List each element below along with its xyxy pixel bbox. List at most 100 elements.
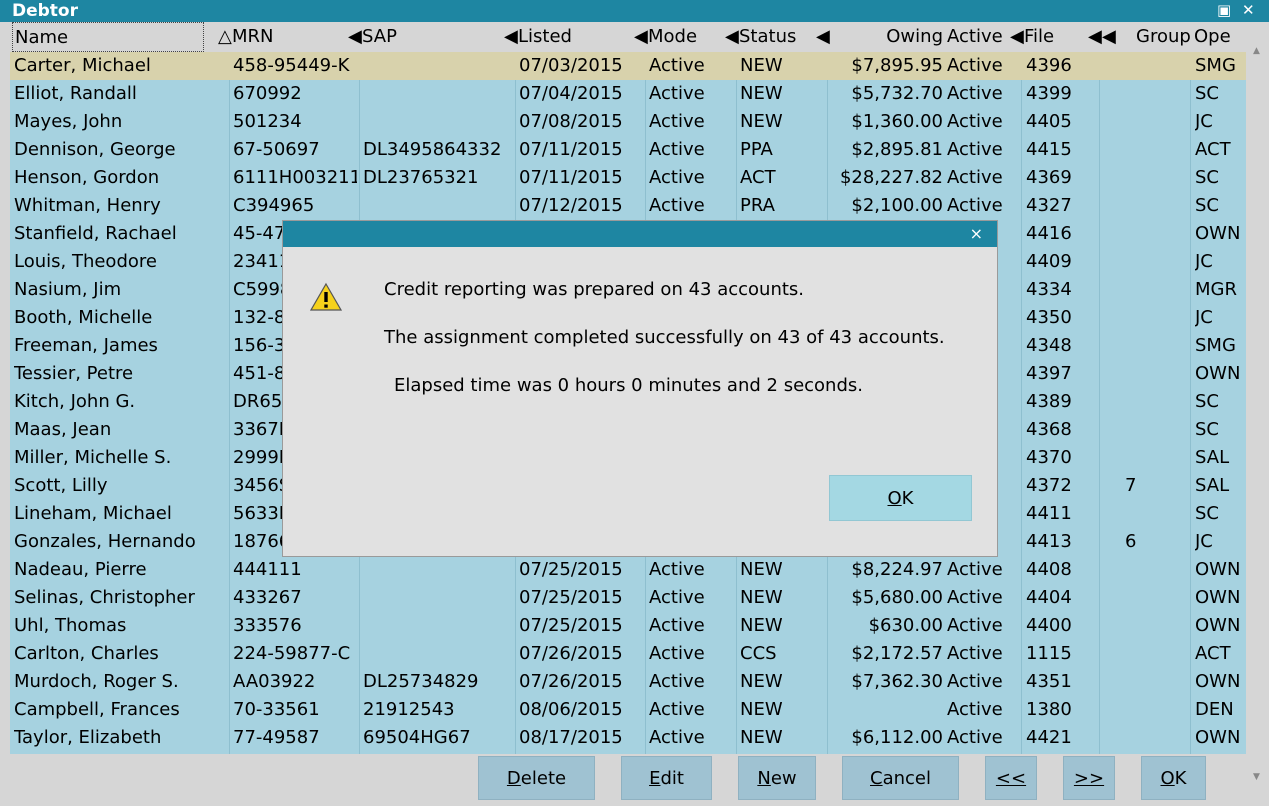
cell-name: Miller, Michelle S. [14, 447, 172, 468]
sort-indicator-icon[interactable]: ◀ [634, 22, 648, 52]
header-sap[interactable]: SAP [362, 22, 502, 52]
table-row[interactable]: Whitman, Henry C394965 07/12/2015 Active PRA… [10, 192, 1246, 220]
cell-file: 4334 [1026, 279, 1072, 300]
cell-status: NEW [740, 55, 783, 76]
sort-asc-icon[interactable]: △ [218, 22, 232, 52]
table-row[interactable]: Selinas, Christopher 433267 07/25/2015 Acti… [10, 584, 1246, 612]
cell-mode: Active [649, 699, 705, 720]
cell-mrn: 433267 [233, 587, 302, 608]
table-header: Name △ MRN ◀ SAP ◀ Listed ◀ Mode ◀ Statu… [10, 22, 1246, 52]
header-mrn[interactable]: MRN [232, 22, 342, 52]
table-row[interactable]: Murdoch, Roger S. AA03922 DL25734829 07/26/… [10, 668, 1246, 696]
sort-indicator-icon[interactable]: ◀ [348, 22, 362, 52]
cell-listed: 08/06/2015 [519, 699, 623, 720]
sort-indicator-icon[interactable]: ◀ [1102, 22, 1116, 52]
table-row[interactable]: Dennison, George 67-50697 DL3495864332 07/1… [10, 136, 1246, 164]
cell-name: Tessier, Petre [14, 363, 134, 384]
table-row[interactable]: Taylor, Elizabeth 77-49587 69504HG67 08/17/… [10, 724, 1246, 752]
cell-active: Active [947, 643, 1003, 664]
dialog-close-icon[interactable]: × [970, 224, 983, 243]
header-listed[interactable]: Listed [518, 22, 628, 52]
cell-group: 6 [1125, 531, 1137, 552]
cell-active: Active [947, 699, 1003, 720]
cell-ope: OWN [1195, 587, 1241, 608]
cell-active: Active [947, 111, 1003, 132]
cancel-button[interactable]: Cancel [842, 756, 959, 800]
cell-owing: $7,895.95 [851, 55, 943, 76]
header-file[interactable]: File [1024, 22, 1084, 52]
cell-status: NEW [740, 83, 783, 104]
header-group[interactable]: Group [1136, 22, 1196, 52]
previous-button[interactable]: << [985, 756, 1037, 800]
table-row[interactable]: Campbell, Frances 70-33561 21912543 08/06/2… [10, 696, 1246, 724]
header-mode[interactable]: Mode [648, 22, 728, 52]
vertical-scrollbar[interactable]: ▲ ▼ [1250, 44, 1266, 784]
cell-listed: 07/11/2015 [519, 139, 623, 160]
cell-name: Mayes, John [14, 111, 123, 132]
header-owing[interactable]: Owing [830, 22, 943, 52]
cell-active: Active [947, 139, 1003, 160]
sort-indicator-icon[interactable]: ◀ [1088, 22, 1102, 52]
cell-name: Murdoch, Roger S. [14, 671, 179, 692]
cell-status: NEW [740, 559, 783, 580]
delete-button[interactable]: Delete [478, 756, 595, 800]
cell-file: 4396 [1026, 55, 1072, 76]
cell-mode: Active [649, 55, 705, 76]
cell-status: NEW [740, 671, 783, 692]
scroll-up-icon[interactable]: ▲ [1253, 46, 1260, 56]
table-row[interactable]: Carlton, Charles 224-59877-C 07/26/2015 Act… [10, 640, 1246, 668]
restore-icon[interactable]: ▣ [1217, 1, 1231, 19]
table-row[interactable]: Henson, Gordon 6111H003211 DL23765321 07/11… [10, 164, 1246, 192]
cell-mode: Active [649, 671, 705, 692]
cell-file: 4415 [1026, 139, 1072, 160]
cell-status: PPA [740, 139, 773, 160]
cell-group [1125, 388, 1185, 416]
cell-listed: 07/11/2015 [519, 167, 623, 188]
header-name[interactable]: Name [12, 22, 204, 52]
sort-indicator-icon[interactable]: ◀ [816, 22, 830, 52]
cell-ope: SC [1195, 503, 1219, 524]
next-button[interactable]: >> [1063, 756, 1115, 800]
table-row[interactable]: Elliot, Randall 670992 07/04/2015 Active NEW… [10, 80, 1246, 108]
cell-file: 4416 [1026, 223, 1072, 244]
table-row[interactable]: Uhl, Thomas 333576 07/25/2015 Active NEW $630… [10, 612, 1246, 640]
sort-indicator-icon[interactable]: ◀ [725, 22, 739, 52]
edit-button[interactable]: Edit [621, 756, 712, 800]
table-row[interactable]: Mayes, John 501234 07/08/2015 Active NEW $1,3… [10, 108, 1246, 136]
cell-ope: OWN [1195, 615, 1241, 636]
new-button[interactable]: New [738, 756, 816, 800]
close-icon[interactable]: ✕ [1242, 1, 1255, 19]
cell-listed: 07/03/2015 [519, 55, 623, 76]
cell-sap [363, 640, 513, 668]
cell-ope: SMG [1195, 55, 1236, 76]
cell-file: 4413 [1026, 531, 1072, 552]
cell-file: 1115 [1026, 643, 1072, 664]
header-status[interactable]: Status [739, 22, 809, 52]
cell-name: Henson, Gordon [14, 167, 160, 188]
table-row[interactable]: Nadeau, Pierre 444111 07/25/2015 Active NEW $… [10, 556, 1246, 584]
cell-mrn: 333576 [233, 615, 302, 636]
header-ope[interactable]: Ope [1194, 22, 1246, 52]
cell-sap [363, 556, 513, 584]
cell-sap: DL23765321 [363, 167, 479, 188]
cell-mode: Active [649, 615, 705, 636]
cell-group [1125, 192, 1185, 220]
sort-indicator-icon[interactable]: ◀ [504, 22, 518, 52]
cell-owing: $2,895.81 [851, 139, 943, 160]
warning-icon [310, 282, 342, 311]
cell-group [1125, 556, 1185, 584]
cell-name: Scott, Lilly [14, 475, 108, 496]
sort-indicator-icon[interactable]: ◀ [1010, 22, 1024, 52]
header-active[interactable]: Active [947, 22, 1017, 52]
cell-mode: Active [649, 111, 705, 132]
cell-name: Elliot, Randall [14, 83, 137, 104]
cell-sap: 21912543 [363, 699, 455, 720]
table-row[interactable]: Carter, Michael 458-95449-K 07/03/2015 Acti… [10, 52, 1246, 80]
cell-status: PRA [740, 195, 775, 216]
dialog-ok-button[interactable]: OK [829, 475, 972, 521]
cell-mrn: 77-49587 [233, 727, 320, 748]
cell-listed: 07/26/2015 [519, 643, 623, 664]
ok-button[interactable]: OK [1141, 756, 1206, 800]
cell-sap: 69504HG67 [363, 727, 471, 748]
cell-mrn: C394965 [233, 195, 315, 216]
